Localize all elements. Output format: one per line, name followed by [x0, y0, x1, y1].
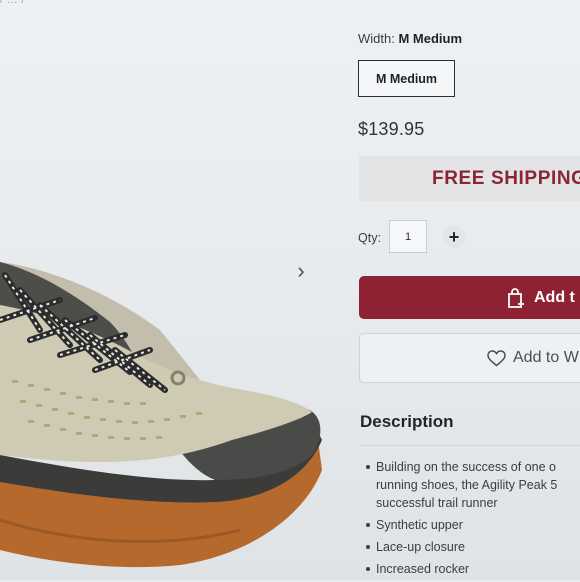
shoe-illustration [0, 262, 322, 568]
list-item: Building on the success of one o [365, 458, 580, 476]
product-image[interactable]: › [0, 0, 345, 580]
add-to-cart-button[interactable]: Add t [359, 276, 580, 319]
list-item: successful trail runner [376, 496, 498, 510]
add-to-cart-label: Add t [534, 288, 575, 306]
qty-increment-button[interactable]: + [443, 226, 465, 248]
description-divider [360, 445, 580, 446]
list-item: Lace-up closure [365, 538, 580, 556]
list-item: Increased rocker [365, 560, 580, 578]
next-image-arrow-icon[interactable]: › [286, 256, 316, 286]
price: $139.95 [358, 119, 425, 139]
wishlist-label: Add to W [513, 349, 579, 366]
width-option-button[interactable]: M Medium [358, 60, 455, 97]
add-to-wishlist-button[interactable]: Add to W [359, 333, 580, 383]
free-shipping-banner: FREE SHIPPING [359, 156, 580, 201]
quantity-input[interactable] [389, 220, 427, 253]
description-list: Building on the success of one o running… [365, 458, 580, 582]
width-label: Width: M Medium [358, 31, 462, 46]
list-item: Synthetic upper [365, 516, 580, 534]
list-item: running shoes, the Agility Peak 5 [376, 478, 558, 492]
width-label-text: Width: [358, 31, 395, 46]
qty-label: Qty: [358, 231, 381, 245]
page: / ... / › Width: M Medium M Medium $139.… [0, 0, 580, 580]
width-selected-value: M Medium [398, 31, 463, 46]
product-details: Width: M Medium M Medium $139.95 FREE SH… [357, 0, 580, 580]
heart-icon [487, 349, 506, 366]
shopping-bag-icon [508, 287, 524, 308]
description-heading[interactable]: Description [360, 412, 454, 432]
